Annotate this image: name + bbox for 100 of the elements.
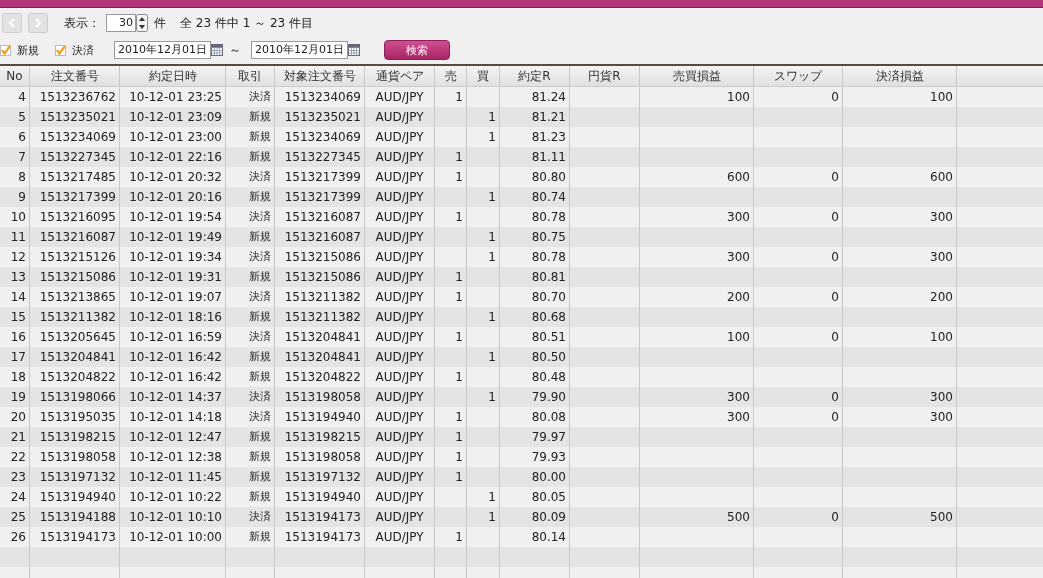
table-cell: 80.81 [531, 270, 566, 284]
table-cell: 10-12-01 19:49 [129, 230, 222, 244]
table-cell: 1513215086 [284, 250, 361, 264]
column-header[interactable]: 注文番号 [30, 66, 120, 86]
table-cell: 1513194940 [284, 410, 361, 424]
column-header[interactable]: 通貨ペア [365, 66, 435, 86]
table-cell: 1 [455, 370, 463, 384]
table-cell: 10-12-01 11:45 [129, 470, 222, 484]
table-cell: 10-12-01 16:42 [129, 370, 222, 384]
column-header[interactable]: 売 [435, 66, 467, 86]
column-header[interactable]: 約定日時 [120, 66, 226, 86]
table-cell: 1513204822 [284, 370, 361, 384]
table-cell: AUD/JPY [375, 170, 424, 184]
table-cell: 600 [727, 170, 750, 184]
table-cell: AUD/JPY [375, 430, 424, 444]
column-header[interactable]: 買 [467, 66, 500, 86]
table-cell: 20 [10, 410, 26, 424]
table-cell: AUD/JPY [375, 150, 424, 164]
range-separator: ～ [229, 41, 241, 59]
result-summary: 全 23 件中 1 ～ 23 件目 [180, 14, 314, 32]
table-cell: 79.97 [531, 430, 566, 444]
checkbox-icon[interactable] [0, 44, 11, 56]
table-cell: 81.24 [531, 90, 566, 104]
table-cell: 決済 [249, 390, 271, 403]
table-cell: 1513195035 [39, 410, 116, 424]
table-cell: 1513216087 [284, 210, 361, 224]
table-cell: 11 [10, 230, 26, 244]
table-cell: 80.50 [531, 350, 566, 364]
table-cell: 1513194173 [284, 530, 361, 544]
table-cell: 26 [10, 530, 26, 544]
calendar-icon[interactable] [348, 44, 360, 56]
table-cell: 4 [18, 90, 26, 104]
table-cell: 81.21 [531, 110, 566, 124]
search-button[interactable]: 検索 [384, 40, 450, 60]
table-cell: 100 [727, 330, 750, 344]
table-cell: 1513216095 [39, 210, 116, 224]
table-cell: 1513198215 [39, 430, 116, 444]
table-cell: 1513194940 [284, 490, 361, 504]
table-cell: 9 [18, 190, 26, 204]
table-cell: 10-12-01 10:22 [129, 490, 222, 504]
table-cell: 12 [10, 250, 26, 264]
column-header[interactable]: 円貨R [570, 66, 640, 86]
table-cell: 1 [455, 470, 463, 484]
column-header[interactable]: 取引 [226, 66, 275, 86]
table-cell: 1 [455, 450, 463, 464]
table-cell: 0 [831, 90, 839, 104]
column-header[interactable]: 決済損益 [843, 66, 957, 86]
table-cell: 1 [488, 190, 496, 204]
table-cell: 決済 [249, 410, 271, 423]
table-cell: 1513217399 [39, 190, 116, 204]
table-cell: AUD/JPY [375, 490, 424, 504]
table-cell: 1 [488, 250, 496, 264]
table-cell: 1513235021 [284, 110, 361, 124]
table-cell: 1513194173 [39, 530, 116, 544]
table-cell: 25 [10, 510, 26, 524]
column-header[interactable]: スワップ [754, 66, 843, 86]
table-cell: 1 [488, 110, 496, 124]
table-cell: 500 [930, 510, 953, 524]
table-cell: 10-12-01 23:25 [129, 90, 222, 104]
table-cell: 1 [488, 510, 496, 524]
column-header[interactable]: No [0, 66, 30, 86]
table-cell: 10-12-01 19:34 [129, 250, 222, 264]
column-header[interactable]: 売買損益 [640, 66, 754, 86]
column-header[interactable]: 約定R [500, 66, 570, 86]
table-cell: 1513227345 [39, 150, 116, 164]
table-cell: AUD/JPY [375, 310, 424, 324]
page-size-field[interactable]: 30 [106, 14, 136, 32]
table-cell: 10-12-01 14:18 [129, 410, 222, 424]
spinner-arrows-icon[interactable] [136, 14, 148, 32]
table-cell: 1513234069 [39, 130, 116, 144]
table-cell: 決済 [249, 330, 271, 343]
table-cell: 新規 [249, 530, 271, 543]
table-cell: 6 [18, 130, 26, 144]
table-cell: 19 [10, 390, 26, 404]
checkbox-icon[interactable] [55, 44, 66, 56]
date-field[interactable]: 2010年12月01日 [251, 41, 348, 59]
table-cell: 24 [10, 490, 26, 504]
table-cell: 10-12-01 23:09 [129, 110, 222, 124]
filter-checkbox[interactable]: 決済 [55, 42, 94, 58]
table-cell: 新規 [249, 150, 271, 163]
table-cell: 23 [10, 470, 26, 484]
table-cell: 1513215126 [39, 250, 116, 264]
table-cell: 300 [930, 410, 953, 424]
table-cell: 1513194188 [39, 510, 116, 524]
table-cell: 10-12-01 19:07 [129, 290, 222, 304]
table-cell: 10-12-01 10:00 [129, 530, 222, 544]
table-cell: 1513227345 [284, 150, 361, 164]
table-cell: 80.75 [531, 230, 566, 244]
filter-checkbox[interactable]: 新規 [0, 42, 39, 58]
date-field[interactable]: 2010年12月01日 [114, 41, 211, 59]
table-cell: 1513236762 [39, 90, 116, 104]
table-cell: 1513194173 [284, 510, 361, 524]
calendar-icon[interactable] [211, 44, 223, 56]
table-cell: 0 [831, 170, 839, 184]
table-cell: 1513213865 [39, 290, 116, 304]
table-cell: 79.90 [531, 390, 566, 404]
table-cell: 1513211382 [39, 310, 116, 324]
table-cell: AUD/JPY [375, 530, 424, 544]
column-header[interactable]: 対象注文番号 [275, 66, 365, 86]
table-cell: AUD/JPY [375, 410, 424, 424]
